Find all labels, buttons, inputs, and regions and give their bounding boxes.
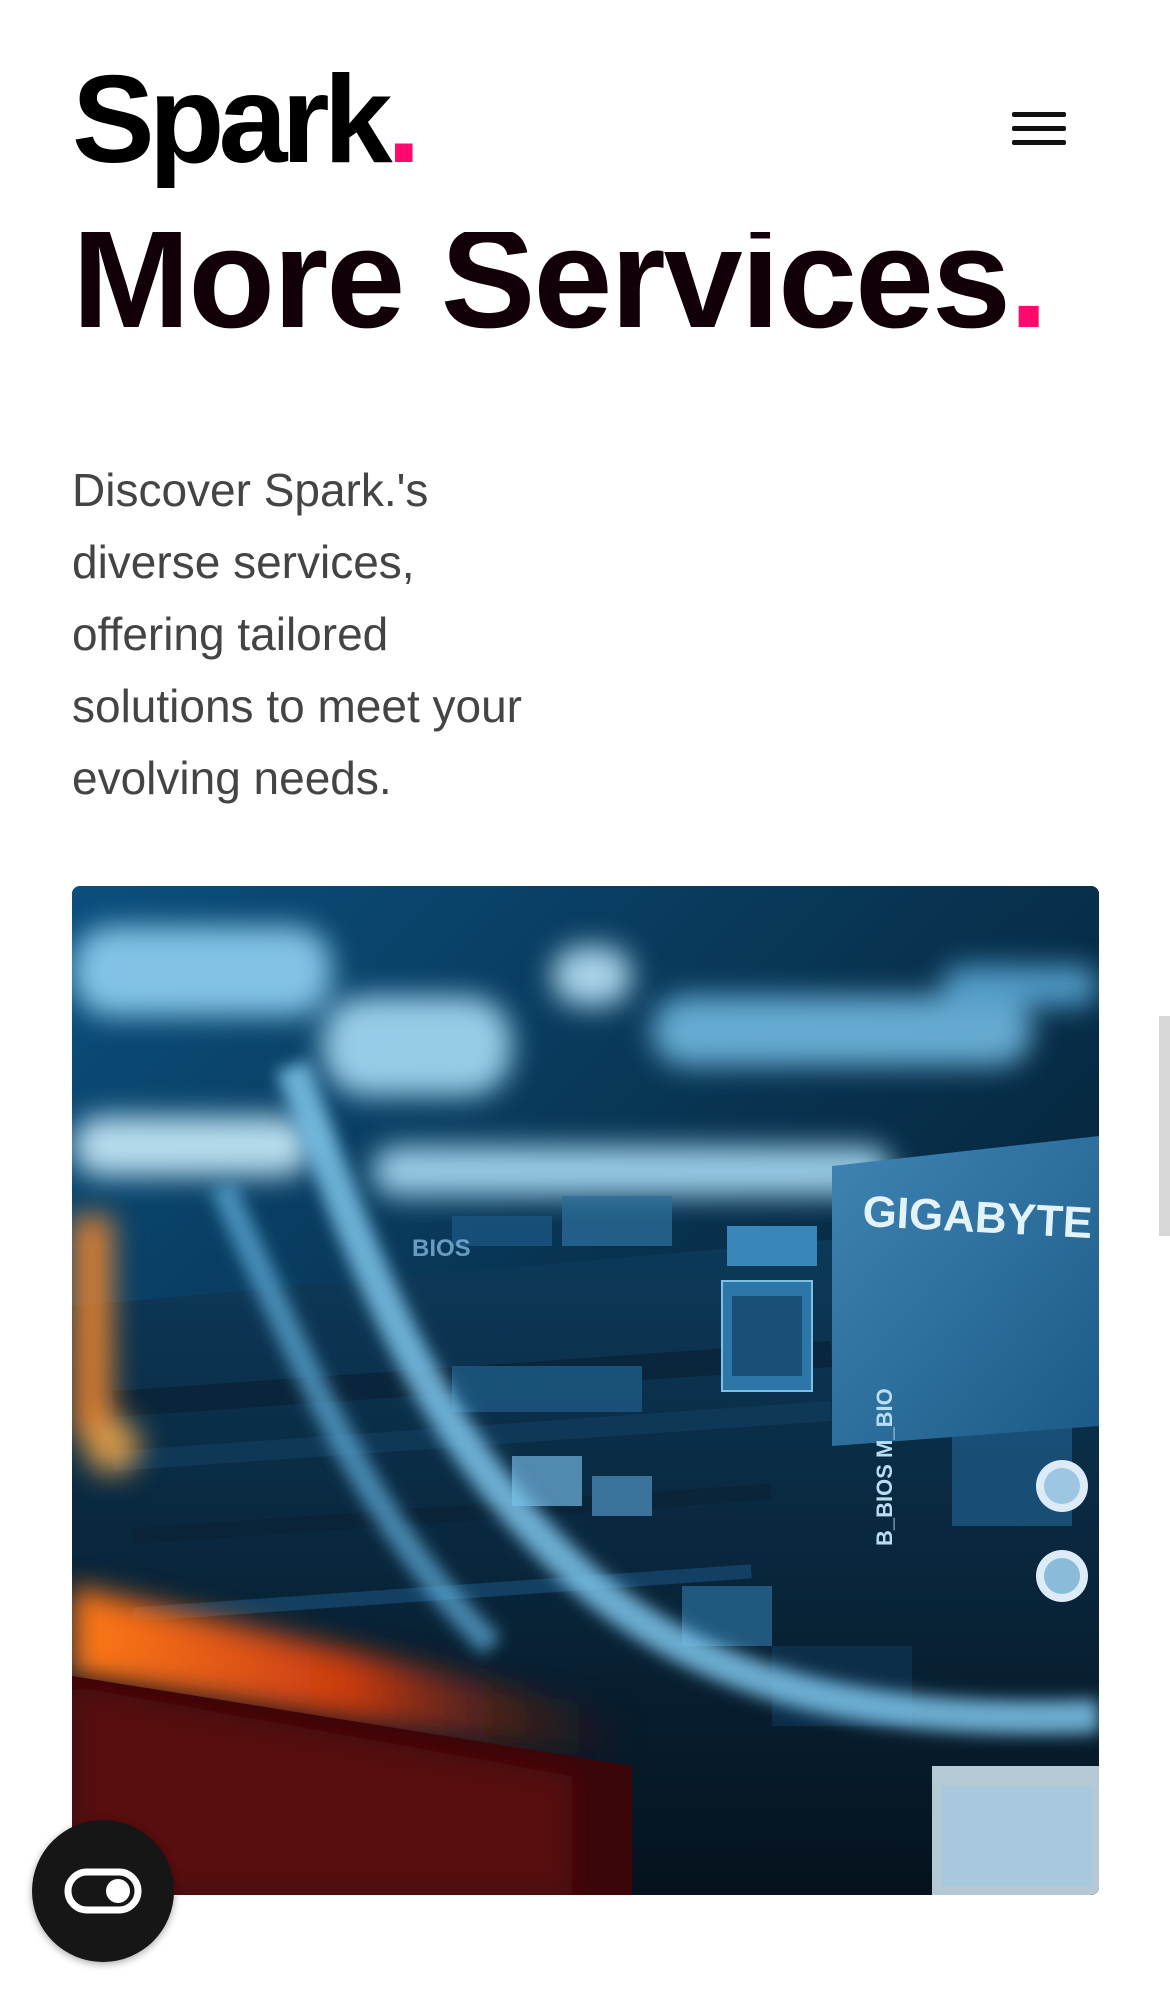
logo-dot: .: [386, 51, 422, 189]
hamburger-menu-icon[interactable]: [1004, 104, 1066, 154]
menu-bar-bottom: [1012, 140, 1066, 145]
hero-description: Discover Spark.'s diverse services, offe…: [72, 464, 523, 804]
logo-text: Spark: [72, 51, 393, 189]
menu-bar-top: [1012, 112, 1066, 117]
menu-bar-middle: [1012, 126, 1066, 131]
page: More Services. Spark. Discover Spark.'s …: [0, 0, 1170, 1992]
accessibility-toggle-button[interactable]: [32, 1820, 174, 1962]
motherboard-image: GIGABYTE B_BIOS M_BIO BIOS: [72, 886, 1099, 1895]
site-header: Spark.: [0, 0, 1170, 232]
scroll-indicator[interactable]: [1159, 1016, 1170, 1236]
accessibility-toggle-icon: [64, 1868, 142, 1914]
bios-silk-label: B_BIOS M_BIO: [872, 1388, 897, 1546]
logo[interactable]: Spark.: [72, 58, 421, 182]
motherboard-illustration: GIGABYTE B_BIOS M_BIO BIOS: [72, 886, 1099, 1895]
bios-label: BIOS: [412, 1235, 471, 1262]
